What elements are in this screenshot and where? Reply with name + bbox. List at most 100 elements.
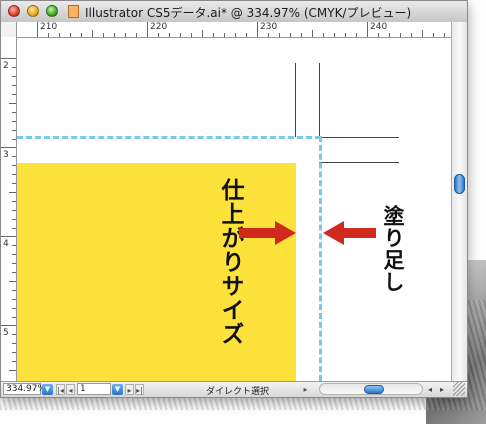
ruler-tick [12,361,16,362]
ruler-tick [12,156,16,157]
ruler-tick [246,33,247,37]
ruler-label-210: 210 [40,22,58,32]
finished-size-area[interactable] [17,163,296,381]
bleed-guide-vertical [319,136,322,381]
ruler-tick [12,263,16,264]
ruler-tick [334,33,335,37]
ruler-label-230: 230 [260,22,278,32]
arrow-left-icon [323,221,376,245]
arrow-right-icon [239,221,296,245]
ruler-tick [12,76,16,77]
ruler-tick [9,103,16,104]
document-icon [68,5,79,18]
ruler-tick [1,147,16,148]
ruler-tick [37,22,38,37]
close-button[interactable] [8,5,20,17]
ruler-tick [1,58,16,59]
bleed-guide-horizontal [17,136,321,139]
ruler-tick [1,236,16,237]
first-artboard-icon[interactable]: |◂ [56,384,65,395]
ruler-tick [191,33,192,37]
ruler-tick [12,112,16,113]
ruler-tick [235,33,236,37]
ruler-tick [12,85,16,86]
ruler-tick [12,121,16,122]
ruler-tick [180,33,181,37]
horizontal-scroll-thumb[interactable] [364,385,384,394]
ruler-tick [400,33,401,37]
ruler-tick [356,33,357,37]
ruler-tick [169,33,170,37]
resize-grip-icon[interactable] [453,382,465,396]
ruler-tick [12,219,16,220]
ruler-tick [12,299,16,300]
ruler-label-4: 4 [3,239,9,249]
crop-mark [319,137,399,138]
ruler-tick [367,22,368,37]
ruler-tick [158,33,159,37]
tool-status-text: ダイレクト選択 [206,387,270,397]
vertical-scroll-thumb[interactable] [454,174,465,194]
zoom-field[interactable]: 334.97% [3,383,46,395]
ruler-label-240: 240 [370,22,388,32]
ruler-tick [257,22,258,37]
bleed-label: 塗り足し [381,205,406,293]
horizontal-ruler[interactable]: 210 220 230 240 [17,22,451,38]
minimize-button[interactable] [27,5,39,17]
zoom-dropdown-icon[interactable]: ▼ [42,384,53,395]
ruler-tick [301,33,302,37]
ruler-tick [444,33,445,37]
ruler-tick [12,228,16,229]
status-menu-icon[interactable]: ▸ [301,384,310,395]
crop-mark [319,162,399,163]
ruler-tick [202,30,203,37]
ruler-tick [9,370,16,371]
artboard-canvas[interactable]: 仕上がりサイズ 塗り足し [17,38,451,381]
ruler-tick [59,33,60,37]
ruler-tick [290,33,291,37]
ruler-tick [12,210,16,211]
ruler-tick [433,33,434,37]
ruler-tick [422,30,423,37]
last-artboard-icon[interactable]: ▸| [135,384,144,395]
ruler-tick [12,67,16,68]
illustrator-document-window: Illustrator CS5データ.ai* @ 334.97% (CMYK/プ… [0,0,468,398]
next-artboard-icon[interactable]: ▸ [125,384,134,395]
ruler-tick [70,33,71,37]
ruler-tick [12,165,16,166]
ruler-tick [268,33,269,37]
finished-size-label: 仕上がりサイズ [217,178,244,346]
artboard-number-field[interactable]: 1 [77,383,111,395]
scroll-right-icon[interactable]: ▸ [437,384,447,395]
ruler-label-220: 220 [150,22,168,32]
ruler-tick [114,33,115,37]
ruler-tick [12,174,16,175]
ruler-label-3: 3 [3,150,9,160]
ruler-origin[interactable] [1,22,17,38]
ruler-tick [279,33,280,37]
status-bar: 334.97% ▼ |◂ ◂ 1 ▼ ▸ ▸| ダイレクト選択 ▸ ◂ ▸ [1,381,467,397]
zoom-button[interactable] [46,5,58,17]
horizontal-scrollbar[interactable] [319,383,423,395]
ruler-label-5: 5 [3,328,9,338]
ruler-tick [1,325,16,326]
scroll-left-icon[interactable]: ◂ [425,384,435,395]
previous-artboard-icon[interactable]: ◂ [66,384,75,395]
ruler-tick [125,33,126,37]
artboard-dropdown-icon[interactable]: ▼ [112,384,123,395]
title-bar[interactable]: Illustrator CS5データ.ai* @ 334.97% (CMYK/プ… [1,1,467,23]
ruler-tick [224,33,225,37]
ruler-label-2: 2 [3,61,9,71]
ruler-tick [12,139,16,140]
ruler-tick [92,30,93,37]
ruler-tick [9,192,16,193]
ruler-tick [12,94,16,95]
vertical-scrollbar[interactable] [451,22,467,383]
ruler-tick [12,183,16,184]
ruler-tick [136,33,137,37]
vertical-ruler[interactable]: 2 3 4 5 [1,37,17,381]
ruler-tick [48,33,49,37]
window-title: Illustrator CS5データ.ai* @ 334.97% (CMYK/プ… [85,6,412,20]
ruler-tick [147,22,148,37]
ruler-tick [411,33,412,37]
